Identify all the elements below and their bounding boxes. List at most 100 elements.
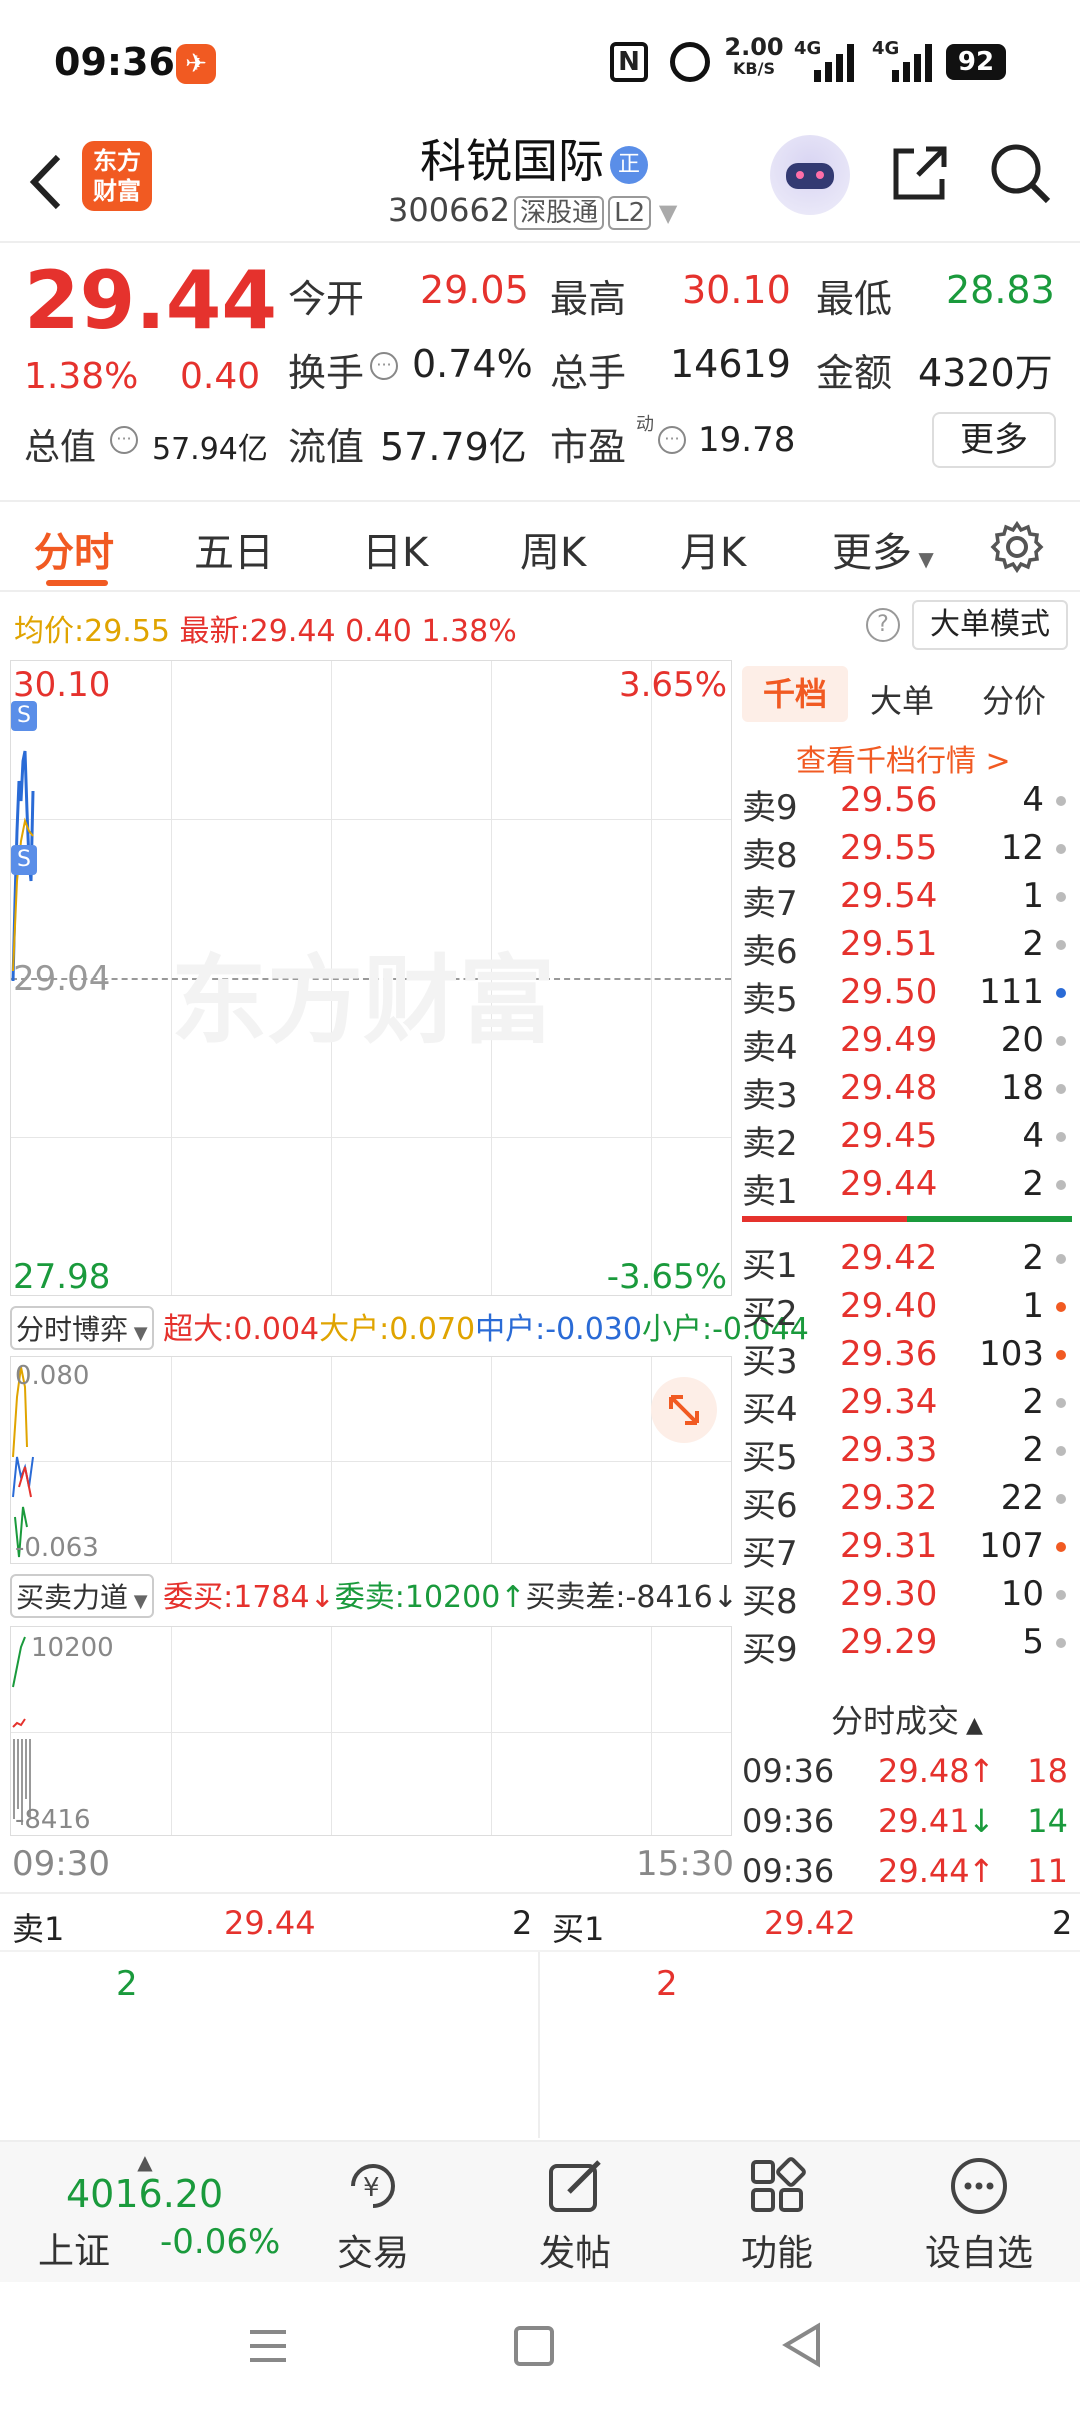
ask-queue-value: 2 [116, 1964, 138, 2004]
share-icon[interactable] [884, 139, 954, 209]
ask-row[interactable]: 卖1 29.44 2 [742, 1160, 1072, 1212]
trade-volume: 18 [1027, 1752, 1068, 1790]
indicator-1-header: 分时博弈 ▼ 超大:0.004大户:0.070中户:-0.030小户:-0.04… [10, 1304, 809, 1354]
app-logo[interactable]: 东方 财富 [82, 141, 152, 211]
avg-label: 均价: [14, 614, 85, 649]
bid-row[interactable]: 买5 29.33 2 [742, 1426, 1072, 1478]
bid-row[interactable]: 买1 29.42 2 [742, 1234, 1072, 1286]
trade-row: 09:36 29.48 ↑ 18 [742, 1748, 1072, 1796]
stock-header: 东方 财富 科锐国际正 300662 深股通 L2 ▼ [0, 125, 1080, 243]
ask-row[interactable]: 卖8 29.55 12 [742, 824, 1072, 876]
tab-big-orders[interactable]: 大单 [870, 676, 934, 722]
ask-volume: 18 [1000, 1068, 1044, 1108]
bid-row[interactable]: 买2 29.40 1 [742, 1282, 1072, 1334]
bid-row[interactable]: 买7 29.31 107 [742, 1522, 1072, 1574]
indicator-2-chart[interactable]: 10200 -8416 [10, 1626, 732, 1836]
ask-price: 29.44 [840, 1164, 938, 1204]
home-icon[interactable] [514, 2326, 554, 2366]
bid-dot-icon [1056, 1254, 1066, 1264]
tab-thousand-levels[interactable]: 千档 [742, 666, 848, 722]
more-button[interactable]: 更多 [932, 412, 1056, 468]
back-arrow-icon[interactable] [22, 147, 72, 217]
add-watchlist-button[interactable]: 设自选 [914, 2156, 1044, 2276]
bid-dot-icon [1056, 1446, 1066, 1456]
bid-volume: 5 [1022, 1622, 1044, 1662]
ask-row[interactable]: 卖3 29.48 18 [742, 1064, 1072, 1116]
last-price: 29.44 [24, 254, 278, 347]
trade-direction-icon: ↑ [968, 1752, 995, 1790]
bid-row[interactable]: 买4 29.34 2 [742, 1378, 1072, 1430]
help-icon[interactable]: ? [866, 608, 900, 642]
open-value: 29.05 [420, 268, 529, 312]
bid-volume: 10 [1000, 1574, 1044, 1614]
tab-price-split[interactable]: 分价 [982, 676, 1046, 722]
ask-volume: 2 [1022, 924, 1044, 964]
ask-level: 卖5 [742, 980, 798, 1020]
settings-gear-icon[interactable] [988, 518, 1046, 576]
ask-level: 卖4 [742, 1028, 798, 1068]
tab-5day[interactable]: 五日 [194, 520, 274, 578]
post-button[interactable]: 发帖 [510, 2156, 640, 2276]
indicator-1-select[interactable]: 分时博弈 ▼ [10, 1306, 154, 1350]
menu-icon[interactable] [246, 2326, 290, 2366]
super-large: 超大:0.004 [163, 1312, 320, 1347]
function-button[interactable]: 功能 [712, 2156, 842, 2276]
search-icon[interactable] [986, 139, 1056, 209]
info-icon[interactable]: ··· [658, 426, 686, 454]
more-circle-icon [951, 2158, 1007, 2214]
orderbook-divider [742, 1216, 1072, 1222]
big-order-mode-button[interactable]: 大单模式 [912, 600, 1068, 650]
chart-low-price: 27.98 [13, 1257, 111, 1297]
bid-row[interactable]: 买3 29.36 103 [742, 1330, 1072, 1382]
robot-assistant-icon[interactable] [770, 135, 850, 215]
ask-volume: 111 [979, 972, 1044, 1012]
bid-level: 买7 [742, 1534, 798, 1574]
indicator-1-bottom: -0.063 [15, 1533, 99, 1563]
ask-row[interactable]: 卖6 29.51 2 [742, 920, 1072, 972]
alarm-icon [670, 42, 710, 82]
indicator-1-chart[interactable]: 0.080 -0.063 [10, 1356, 732, 1564]
info-icon[interactable]: ··· [370, 352, 398, 380]
bottom-toolbar: ▲ 4016.20 上证 -0.06% ¥ 交易 发帖 功能 设自选 [0, 2140, 1080, 2282]
back-icon[interactable] [780, 2322, 824, 2368]
ask-price: 29.45 [840, 1116, 938, 1156]
trade-direction-icon: ↑ [968, 1852, 995, 1890]
chart-high-price: 30.10 [13, 665, 111, 705]
ask-dot-icon [1056, 1084, 1066, 1094]
ask-row[interactable]: 卖2 29.45 4 [742, 1112, 1072, 1164]
index-ticker[interactable]: ▲ 4016.20 上证 -0.06% [20, 2150, 280, 2272]
indicator-2-select[interactable]: 买卖力道 ▼ [10, 1574, 154, 1618]
mktcap-value: 57.94亿 [152, 432, 268, 467]
level1-divider [538, 1952, 540, 2138]
tab-week-k[interactable]: 周K [520, 520, 586, 578]
stock-code-line[interactable]: 300662 深股通 L2 ▼ [388, 191, 677, 230]
ask-row[interactable]: 卖9 29.56 4 [742, 776, 1072, 828]
trades-header[interactable]: 分时成交 ▲ [742, 1696, 1072, 1742]
bid-row[interactable]: 买9 29.29 5 [742, 1618, 1072, 1670]
ask-row[interactable]: 卖7 29.54 1 [742, 872, 1072, 924]
bid-row[interactable]: 买8 29.30 10 [742, 1570, 1072, 1622]
trade-price: 29.41 [878, 1802, 970, 1840]
bid-row[interactable]: 买6 29.32 22 [742, 1474, 1072, 1526]
intraday-chart[interactable]: 东方财富 S S 30.10 3.65% 29.04 27.98 -3.65% [10, 660, 732, 1297]
bid-volume: 2 [1022, 1430, 1044, 1470]
ask-row[interactable]: 卖4 29.49 20 [742, 1016, 1072, 1068]
pe-value: 19.78 [698, 420, 796, 460]
orderbook-fade [742, 1676, 1080, 1692]
trade-yen-icon: ¥ [351, 2164, 395, 2208]
tab-month-k[interactable]: 月K [680, 520, 746, 578]
ask-price: 29.48 [840, 1068, 938, 1108]
ask-dot-icon [1056, 988, 1066, 998]
chart-high-percent: 3.65% [618, 665, 727, 705]
tab-intraday[interactable]: 分时 [34, 520, 114, 578]
view-thousand-levels-link[interactable]: 查看千档行情 > [796, 736, 1011, 780]
bid-price: 29.30 [840, 1574, 938, 1614]
ask-row[interactable]: 卖5 29.50 111 [742, 968, 1072, 1020]
bid-dot-icon [1056, 1350, 1066, 1360]
tab-more[interactable]: 更多 ▼ [832, 520, 934, 578]
tab-active-indicator [46, 580, 108, 586]
info-icon[interactable]: ··· [110, 426, 138, 454]
expand-icon[interactable] [651, 1377, 717, 1443]
tab-day-k[interactable]: 日K [362, 520, 428, 578]
trade-button[interactable]: ¥ 交易 [308, 2156, 438, 2276]
